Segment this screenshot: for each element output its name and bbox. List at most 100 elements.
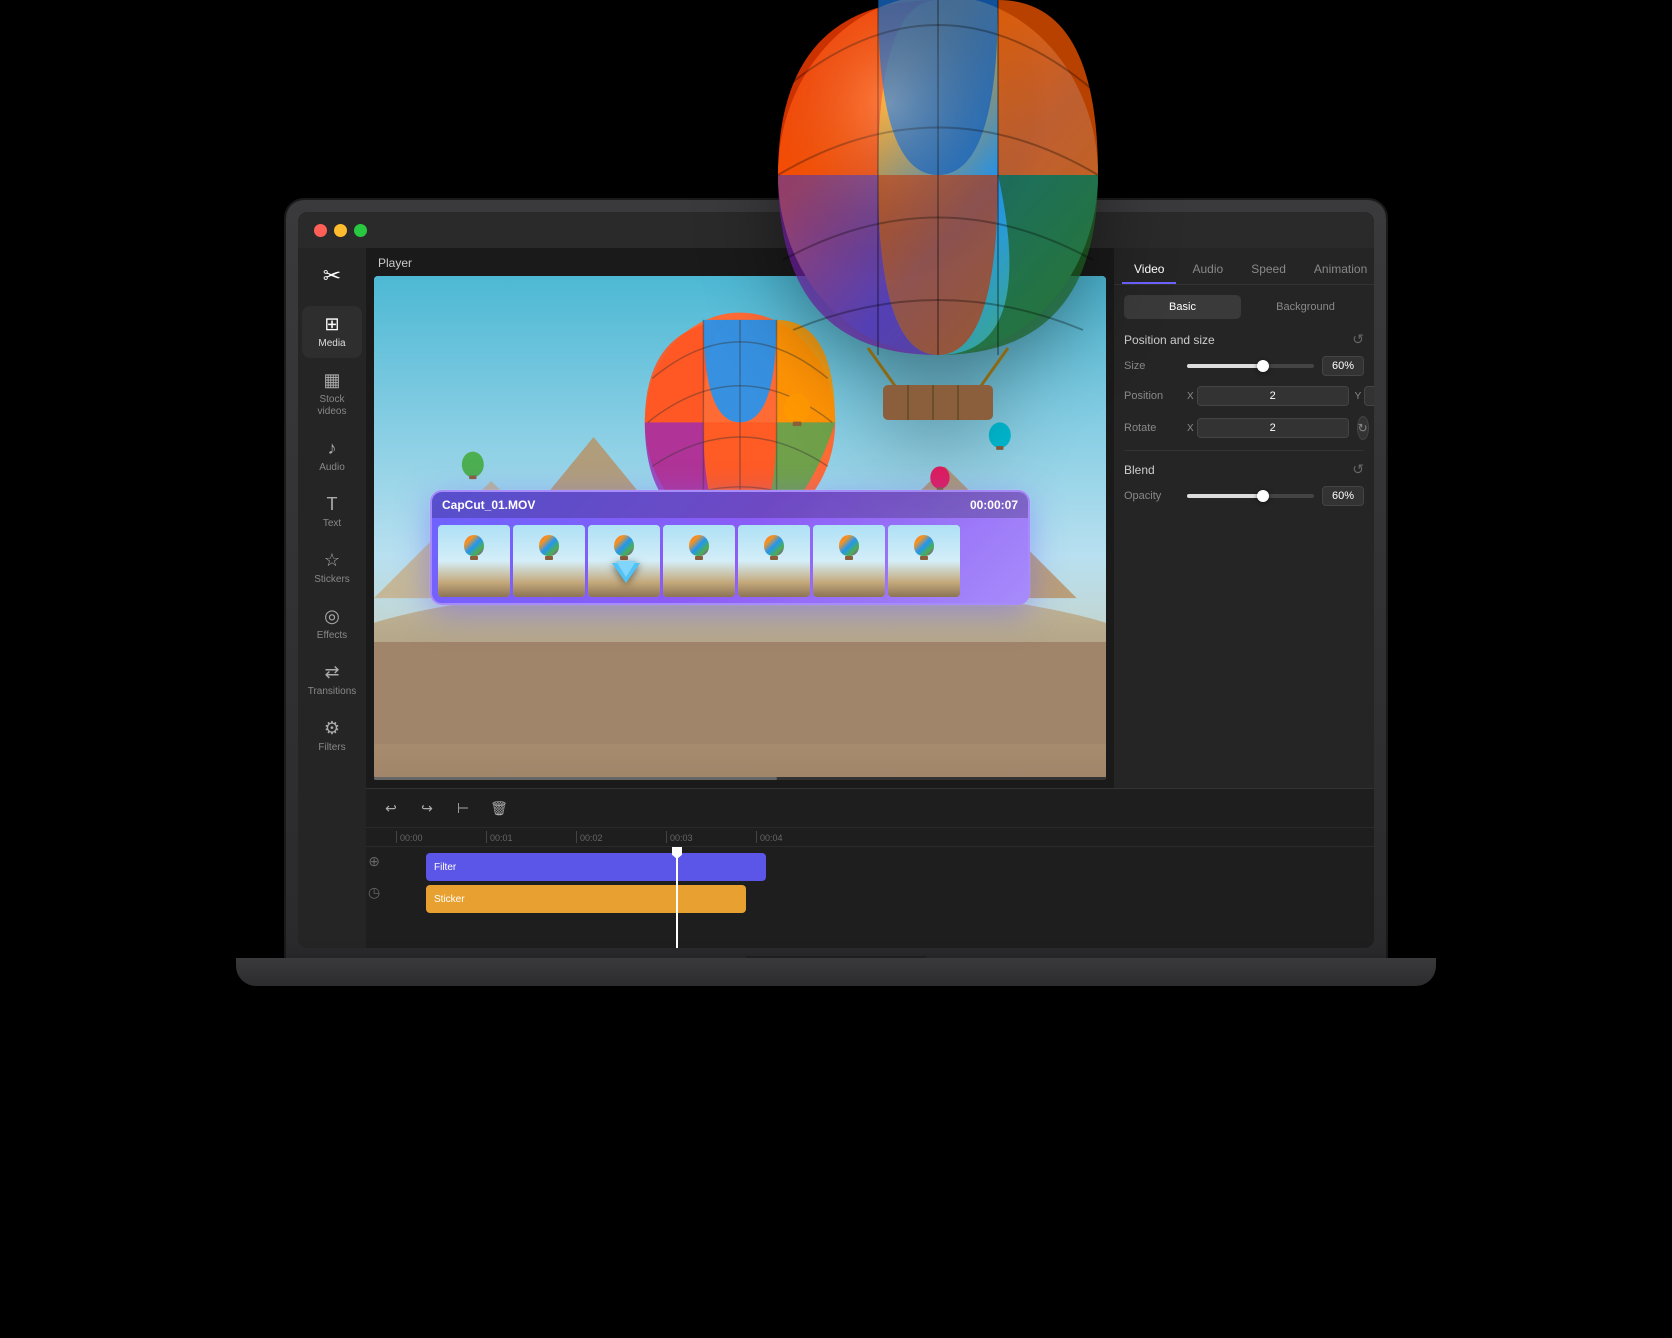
- sidebar-label-effects: Effects: [317, 630, 347, 642]
- filmstrip: [432, 518, 1028, 603]
- tab-audio[interactable]: Audio: [1180, 256, 1235, 284]
- sub-tabs: Basic Background: [1124, 295, 1364, 319]
- rotate-label: Rotate: [1124, 422, 1179, 434]
- opacity-slider[interactable]: [1187, 494, 1314, 498]
- filmstrip-thumb-6: [813, 525, 885, 597]
- sidebar-label-text: Text: [323, 518, 341, 530]
- divider: [1124, 450, 1364, 451]
- timeline-toolbar: ↩ ↪ ⊢ 🗑: [366, 789, 1374, 828]
- app-logo: ✂: [314, 258, 350, 294]
- audio-icon: ♪: [328, 438, 337, 459]
- clip-preview-header: CapCut_01.MOV 00:00:07: [432, 492, 1028, 518]
- clip-time: 00:00:07: [970, 498, 1018, 512]
- opacity-control: Opacity: [1124, 486, 1364, 506]
- filmstrip-thumb-2: [513, 525, 585, 597]
- media-icon: ⊞: [324, 314, 339, 335]
- size-control: Size: [1124, 356, 1364, 376]
- clip-name: CapCut_01.MOV: [442, 498, 535, 512]
- position-size-section-title: Position and size ↺: [1124, 331, 1364, 348]
- split-button[interactable]: ⊢: [450, 795, 476, 821]
- position-x-input[interactable]: [1197, 386, 1349, 406]
- panel-tabs: Video Audio Speed Animation: [1114, 248, 1374, 285]
- sub-tab-background[interactable]: Background: [1247, 295, 1364, 319]
- large-balloon-svg: [768, 0, 1108, 420]
- balloon-popup: [768, 0, 1108, 425]
- position-label: Position: [1124, 390, 1179, 402]
- sidebar-item-transitions[interactable]: ⇄ Transitions: [302, 654, 362, 706]
- sidebar-item-audio[interactable]: ♪ Audio: [302, 430, 362, 482]
- sidebar-label-audio: Audio: [319, 462, 345, 474]
- rotate-x-label: X: [1187, 423, 1194, 434]
- filter-track: Filter: [426, 853, 1374, 881]
- ruler-mark-1: 00:01: [486, 831, 576, 843]
- ruler-mark-2: 00:02: [576, 831, 666, 843]
- sidebar-label-transitions: Transitions: [308, 686, 357, 698]
- sticker-track-icon: ◷: [368, 884, 380, 901]
- rotate-x-input[interactable]: [1197, 418, 1349, 438]
- sticker-track: Sticker: [426, 885, 1374, 913]
- minimize-button[interactable]: [334, 224, 347, 237]
- transitions-icon: ⇄: [324, 662, 339, 683]
- sidebar: ✂ ⊞ Media ▦ Stock videos ♪ Audio T Text: [298, 248, 366, 948]
- position-control: Position X Y: [1124, 386, 1364, 406]
- x-label: X: [1187, 391, 1194, 402]
- delete-button[interactable]: 🗑: [486, 795, 512, 821]
- right-panel: Video Audio Speed Animation Basic Backgr…: [1114, 248, 1374, 788]
- sidebar-label-media: Media: [318, 338, 345, 350]
- traffic-lights: [314, 224, 367, 237]
- tab-animation[interactable]: Animation: [1302, 256, 1374, 284]
- filmstrip-thumb-1: [438, 525, 510, 597]
- sidebar-item-text[interactable]: T Text: [302, 486, 362, 538]
- timeline-tracks: ⊕ ◷ Filter Sticker: [366, 847, 1374, 948]
- sidebar-item-media[interactable]: ⊞ Media: [302, 306, 362, 358]
- ruler-mark-4: 00:04: [756, 831, 846, 843]
- sidebar-item-effects[interactable]: ◎ Effects: [302, 598, 362, 650]
- ruler-mark-0: 00:00: [396, 831, 486, 843]
- undo-button[interactable]: ↩: [378, 795, 404, 821]
- filters-icon: ⚙: [324, 718, 340, 739]
- timeline-ruler: 00:00 00:01 00:02 00:03 00:04: [366, 828, 1374, 847]
- close-button[interactable]: [314, 224, 327, 237]
- effects-icon: ◎: [324, 606, 340, 627]
- y-label: Y: [1355, 391, 1362, 402]
- rotate-control: Rotate X ↻: [1124, 416, 1364, 440]
- filmstrip-thumb-4: [663, 525, 735, 597]
- ruler-mark-3: 00:03: [666, 831, 756, 843]
- sidebar-item-stickers[interactable]: ☆ Stickers: [302, 542, 362, 594]
- maximize-button[interactable]: [354, 224, 367, 237]
- redo-button[interactable]: ↪: [414, 795, 440, 821]
- sidebar-item-filters[interactable]: ⚙ Filters: [302, 710, 362, 762]
- filmstrip-thumb-7: [888, 525, 960, 597]
- clip-preview-popup: CapCut_01.MOV 00:00:07: [430, 490, 1030, 605]
- filter-clip[interactable]: Filter: [426, 853, 766, 881]
- filmstrip-thumb-5: [738, 525, 810, 597]
- position-y-group: Y: [1355, 386, 1374, 406]
- sidebar-label-stock-videos: Stock videos: [306, 394, 358, 418]
- filter-track-icon: ⊕: [368, 853, 380, 870]
- size-value[interactable]: [1322, 356, 1364, 376]
- tab-video[interactable]: Video: [1122, 256, 1176, 284]
- size-slider[interactable]: [1187, 364, 1314, 368]
- text-icon: T: [327, 494, 338, 515]
- blend-section-title: Blend ↺: [1124, 461, 1364, 478]
- sub-tab-basic[interactable]: Basic: [1124, 295, 1241, 319]
- position-x-group: X: [1187, 386, 1349, 406]
- stock-videos-icon: ▦: [323, 370, 340, 391]
- rotate-x-group: X: [1187, 418, 1349, 438]
- tab-speed[interactable]: Speed: [1239, 256, 1298, 284]
- reset-position-icon[interactable]: ↺: [1352, 331, 1364, 348]
- sidebar-label-stickers: Stickers: [314, 574, 350, 586]
- ruler-marks: 00:00 00:01 00:02 00:03 00:04: [396, 831, 1374, 843]
- sidebar-label-filters: Filters: [318, 742, 345, 754]
- position-y-input[interactable]: [1364, 386, 1374, 406]
- reset-blend-icon[interactable]: ↺: [1352, 461, 1364, 478]
- timeline-playhead[interactable]: [676, 847, 678, 948]
- laptop-base: [236, 958, 1436, 986]
- opacity-value[interactable]: [1322, 486, 1364, 506]
- sidebar-item-stock-videos[interactable]: ▦ Stock videos: [302, 362, 362, 426]
- size-label: Size: [1124, 360, 1179, 372]
- rotate-button[interactable]: ↻: [1357, 416, 1369, 440]
- sticker-clip[interactable]: Sticker: [426, 885, 746, 913]
- cursor-arrow-icon: [612, 563, 640, 583]
- player-label: Player: [378, 256, 412, 270]
